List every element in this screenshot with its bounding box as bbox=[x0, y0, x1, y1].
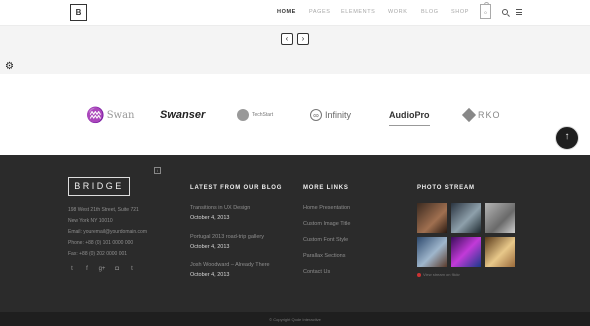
photo-thumbnail[interactable] bbox=[417, 237, 447, 267]
social-icons: t f g+ ◘ t bbox=[68, 266, 136, 272]
client-logo-swanser[interactable]: Swanser bbox=[160, 104, 205, 126]
tumblr-icon[interactable]: t bbox=[128, 266, 136, 272]
footer-widget-icon: i bbox=[154, 167, 161, 174]
blog-post-date: October 4, 2013 bbox=[190, 272, 230, 278]
blog-post-link[interactable]: Josh Woodward – Already There bbox=[190, 262, 270, 268]
twitter-icon[interactable]: t bbox=[68, 266, 76, 272]
photo-thumbnail[interactable] bbox=[451, 237, 481, 267]
cart-handle bbox=[484, 2, 489, 5]
client-name-audiopro: AudioPro bbox=[389, 109, 430, 120]
client-name-rko: RKO bbox=[478, 110, 501, 120]
client-name-techstart: TechStart bbox=[252, 112, 274, 118]
client-logo-infinity[interactable]: ∞ Infinity bbox=[310, 104, 351, 126]
slider-band: ‹ › bbox=[0, 26, 590, 74]
footer-link[interactable]: Custom Font Style bbox=[303, 237, 348, 243]
photo-stream-title: PHOTO STREAM bbox=[417, 185, 475, 191]
copyright-text: © Copyright Qode Interactive bbox=[269, 317, 321, 322]
footer-link[interactable]: Custom Image Title bbox=[303, 221, 350, 227]
nav-pages[interactable]: PAGES bbox=[309, 9, 331, 15]
slider-prev-button[interactable]: ‹ bbox=[281, 33, 293, 45]
instagram-icon[interactable]: ◘ bbox=[113, 266, 121, 272]
client-name-swan: Swan bbox=[106, 109, 135, 121]
footer: BRIDGE i 198 West 21th Street, Suite 721… bbox=[0, 155, 590, 312]
nav-home[interactable]: HOME bbox=[277, 9, 296, 15]
hamburger-menu-icon[interactable] bbox=[516, 9, 522, 15]
search-icon[interactable] bbox=[502, 9, 508, 15]
nav-blog[interactable]: BLOG bbox=[421, 9, 439, 15]
footer-bottom-bar: © Copyright Qode Interactive bbox=[0, 312, 590, 326]
footer-logo[interactable]: BRIDGE bbox=[68, 177, 130, 196]
client-logo-swan[interactable]: ♒ Swan bbox=[86, 104, 135, 126]
techstart-icon bbox=[237, 109, 249, 121]
site-logo[interactable]: B bbox=[70, 4, 87, 21]
blog-post-link[interactable]: Transitions in UX Design bbox=[190, 205, 250, 211]
photo-thumbnail[interactable] bbox=[417, 203, 447, 233]
photo-thumbnail[interactable] bbox=[485, 203, 515, 233]
google-plus-icon[interactable]: g+ bbox=[98, 266, 106, 272]
swan-icon: ♒ bbox=[86, 106, 105, 124]
blog-post-date: October 4, 2013 bbox=[190, 244, 230, 250]
cart-icon[interactable]: 0 bbox=[480, 2, 491, 19]
client-logos: ♒ Swan Swanser TechStart ∞ Infinity AudioP… bbox=[0, 74, 590, 155]
footer-link[interactable]: Parallax Sections bbox=[303, 253, 346, 259]
footer-address-line: 198 West 21th Street, Suite 721 bbox=[68, 207, 139, 213]
blog-post-date: October 4, 2013 bbox=[190, 215, 230, 221]
client-logo-techstart[interactable]: TechStart bbox=[237, 104, 273, 126]
footer-link[interactable]: Contact Us bbox=[303, 269, 330, 275]
footer-link[interactable]: Home Presentation bbox=[303, 205, 350, 211]
photo-thumbnail[interactable] bbox=[451, 203, 481, 233]
footer-address-line: New York NY 10010 bbox=[68, 218, 113, 224]
nav-elements[interactable]: ELEMENTS bbox=[341, 9, 375, 15]
blog-post-link[interactable]: Portugal 2013 road-trip gallery bbox=[190, 234, 264, 240]
client-logo-rko[interactable]: RKO bbox=[461, 104, 501, 126]
infinity-icon: ∞ bbox=[310, 109, 322, 121]
client-name-infinity: Infinity bbox=[325, 110, 352, 120]
photo-thumbnail[interactable] bbox=[485, 237, 515, 267]
facebook-icon[interactable]: f bbox=[83, 266, 91, 272]
client-logo-audiopro[interactable]: AudioPro bbox=[389, 104, 430, 126]
client-name-swanser: Swanser bbox=[160, 109, 206, 121]
flickr-icon bbox=[417, 272, 421, 277]
gear-icon[interactable]: ⚙ bbox=[5, 62, 14, 72]
top-header: B HOME PAGES ELEMENTS WORK BLOG SHOP 0 bbox=[0, 0, 590, 26]
footer-phone: Phone: +88 (0) 101 0000 000 bbox=[68, 240, 134, 246]
nav-work[interactable]: WORK bbox=[388, 9, 408, 15]
slider-next-button[interactable]: › bbox=[297, 33, 309, 45]
blog-column-title: LATEST FROM OUR BLOG bbox=[190, 185, 283, 191]
flickr-stream-label: View stream on flickr bbox=[423, 272, 460, 277]
nav-shop[interactable]: SHOP bbox=[451, 9, 469, 15]
footer-email: Email: youremail@yourdomain.com bbox=[68, 229, 147, 235]
flickr-stream-link[interactable]: View stream on flickr bbox=[417, 272, 460, 277]
rko-icon bbox=[461, 107, 477, 123]
cart-count: 0 bbox=[484, 10, 487, 15]
footer-fax: Fax: +88 (0) 202 0000 001 bbox=[68, 251, 128, 257]
more-links-title: MORE LINKS bbox=[303, 185, 349, 191]
scroll-to-top-button[interactable]: ↑ bbox=[555, 126, 579, 150]
